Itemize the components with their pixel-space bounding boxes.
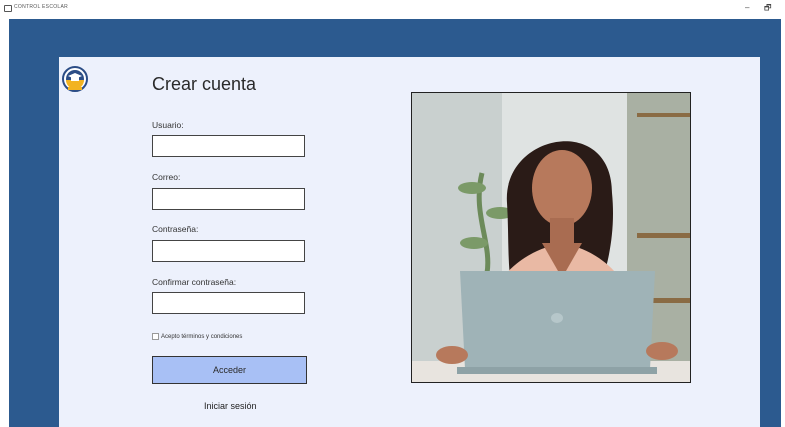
page-title: Crear cuenta: [152, 74, 257, 94]
minimize-button[interactable]: –: [745, 3, 749, 13]
confirm-password-label: Confirmar contraseña:: [152, 277, 237, 287]
maximize-button[interactable]: 🗗: [764, 3, 772, 13]
woman-laptop-illustration: [412, 93, 690, 382]
terms-label: Acepto términos y condiciones: [161, 333, 243, 340]
graduation-cap-logo-icon: [62, 66, 88, 92]
acceder-button[interactable]: Acceder: [152, 356, 307, 384]
woman-laptop-photo: [411, 92, 691, 383]
confirm-password-input[interactable]: [152, 292, 305, 314]
email-label: Correo:: [152, 172, 181, 182]
login-link[interactable]: Iniciar sesión: [204, 401, 257, 411]
terms-checkbox-row[interactable]: Acepto términos y condiciones: [152, 333, 242, 340]
app-window-icon: [4, 5, 12, 12]
password-label: Contraseña:: [152, 224, 199, 234]
username-label: Usuario:: [152, 120, 184, 130]
window-title: CONTROL ESCOLAR: [14, 4, 69, 10]
window-titlebar: CONTROL ESCOLAR – 🗗: [0, 0, 785, 19]
acceder-button-label: Acceder: [212, 365, 247, 375]
username-input[interactable]: [152, 135, 305, 157]
terms-checkbox[interactable]: [152, 333, 159, 340]
password-input[interactable]: [152, 240, 305, 262]
email-input[interactable]: [152, 188, 305, 210]
